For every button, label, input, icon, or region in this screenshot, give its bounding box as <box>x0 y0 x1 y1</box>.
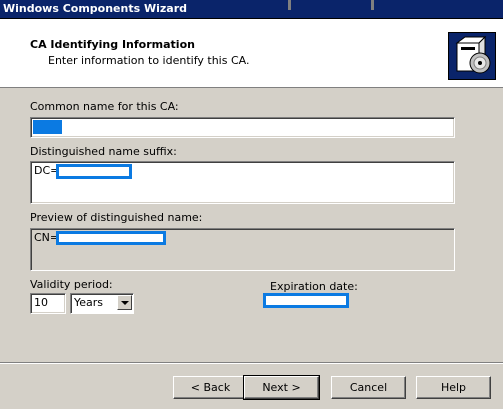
validity-label: Validity period: <box>30 278 113 291</box>
chevron-down-icon[interactable] <box>117 295 132 310</box>
redacted-expiration-date <box>263 293 349 308</box>
dn-suffix-input[interactable]: DC= <box>30 161 455 204</box>
back-button[interactable]: < Back <box>173 376 248 399</box>
window-title: Windows Components Wizard <box>3 2 188 15</box>
next-button[interactable]: Next > <box>243 375 320 400</box>
title-bar[interactable]: Windows Components Wizard <box>0 0 503 19</box>
help-button[interactable]: Help <box>416 376 491 399</box>
wizard-header: CA Identifying Information Enter informa… <box>0 19 503 88</box>
common-name-label: Common name for this CA: <box>30 100 179 113</box>
expiration-label: Expiration date: <box>270 280 358 293</box>
validity-period-input[interactable]: 10 <box>30 293 66 314</box>
redacted-dn-suffix <box>56 164 132 179</box>
cancel-button[interactable]: Cancel <box>331 376 406 399</box>
validity-period-value: 10 <box>34 296 48 309</box>
dn-preview-field: CN= <box>30 228 455 271</box>
validity-unit-select[interactable]: Years <box>70 293 134 314</box>
background-window-edge <box>288 0 291 10</box>
validity-unit-value: Years <box>74 296 104 309</box>
page-subheading: Enter information to identify this CA. <box>48 54 250 67</box>
page-heading: CA Identifying Information <box>30 38 195 51</box>
footer-separator-highlight <box>0 363 503 364</box>
redacted-dn-preview <box>56 231 166 245</box>
dn-preview-label: Preview of distinguished name: <box>30 211 203 224</box>
dn-suffix-label: Distinguished name suffix: <box>30 145 177 158</box>
redacted-common-name <box>33 120 62 134</box>
background-window-edge <box>371 0 374 10</box>
common-name-input[interactable] <box>30 117 455 138</box>
wizard-cd-box-icon <box>448 32 496 80</box>
